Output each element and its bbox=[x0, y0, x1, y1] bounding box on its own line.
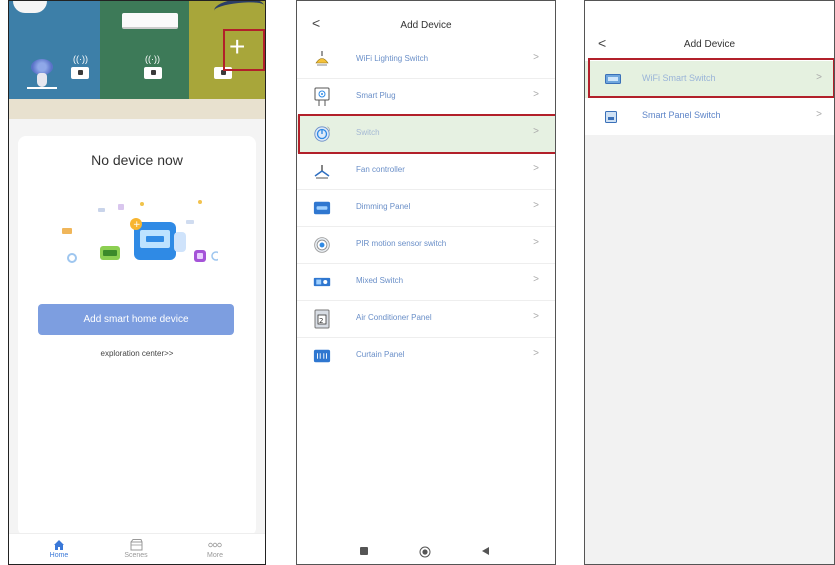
wifi-icon: ((·)) bbox=[73, 54, 88, 64]
system-nav-bar bbox=[297, 541, 555, 564]
device-type-label: Fan controller bbox=[356, 165, 405, 174]
vase-icon bbox=[37, 73, 47, 87]
banner-floor bbox=[9, 99, 265, 119]
page-title: Add Device bbox=[400, 20, 452, 31]
svg-text:+: + bbox=[133, 220, 141, 230]
mixed-switch-icon bbox=[313, 273, 331, 291]
chevron-right-icon: > bbox=[533, 274, 539, 285]
add-smart-home-device-button[interactable]: Add smart home device bbox=[38, 304, 234, 335]
device-type-item-wifi-lighting-switch[interactable]: WiFi Lighting Switch > bbox=[297, 42, 555, 79]
bottom-tab-bar: Home Scenes More bbox=[9, 533, 265, 564]
chevron-right-icon: > bbox=[816, 109, 822, 120]
add-switch-screen: < Add Device WiFi Smart Switch > Smart P… bbox=[584, 0, 835, 565]
device-type-label: PIR motion sensor switch bbox=[356, 239, 447, 248]
table-icon bbox=[27, 87, 57, 89]
home-nav-icon[interactable] bbox=[419, 546, 431, 558]
chevron-right-icon: > bbox=[533, 348, 539, 359]
smart-home-illustration-icon: + bbox=[62, 200, 218, 263]
pir-sensor-icon bbox=[313, 236, 331, 254]
tab-home[interactable]: Home bbox=[34, 538, 84, 559]
device-type-item-pir-motion-sensor-switch[interactable]: PIR motion sensor switch > bbox=[297, 227, 555, 264]
empty-state-card: No device now + Add smart home device ex… bbox=[18, 136, 256, 536]
chevron-right-icon: > bbox=[533, 237, 539, 248]
air-conditioner-icon bbox=[122, 13, 178, 29]
recent-apps-icon[interactable] bbox=[359, 546, 369, 556]
device-type-item-smart-plug[interactable]: Smart Plug > bbox=[297, 79, 555, 116]
device-type-item-dimming-panel[interactable]: Dimming Panel > bbox=[297, 190, 555, 227]
tab-scenes-label: Scenes bbox=[124, 552, 148, 559]
device-type-item-curtain-panel[interactable]: Curtain Panel > bbox=[297, 338, 555, 375]
wall-switch-icon bbox=[71, 67, 89, 79]
wall-socket-icon bbox=[144, 67, 162, 79]
chevron-right-icon: > bbox=[533, 200, 539, 211]
device-type-label: Air Conditioner Panel bbox=[356, 313, 432, 322]
tab-more-label: More bbox=[207, 552, 223, 559]
device-type-label: Curtain Panel bbox=[356, 350, 405, 359]
curtain-panel-icon bbox=[313, 347, 331, 365]
ac-panel-icon: 2 bbox=[313, 309, 331, 329]
fan-icon bbox=[313, 162, 331, 180]
svg-text:2: 2 bbox=[319, 317, 323, 325]
highlight-box-plus bbox=[223, 29, 265, 71]
device-type-label: WiFi Lighting Switch bbox=[356, 54, 429, 63]
tab-home-label: Home bbox=[49, 552, 69, 559]
device-type-label: Mixed Switch bbox=[356, 276, 404, 285]
wifi-icon: ((·)) bbox=[145, 54, 160, 64]
chevron-right-icon: > bbox=[533, 163, 539, 174]
dimming-panel-icon bbox=[313, 199, 331, 217]
empty-state-title: No device now bbox=[91, 152, 183, 168]
highlight-box-switch bbox=[298, 114, 555, 154]
switch-type-item-smart-panel-switch[interactable]: Smart Panel Switch > bbox=[585, 98, 834, 135]
highlight-box-wifi-smart-switch bbox=[588, 58, 834, 98]
header-bar bbox=[585, 1, 834, 63]
back-nav-icon[interactable] bbox=[480, 546, 490, 556]
tab-more[interactable]: More bbox=[190, 538, 240, 559]
home-icon bbox=[54, 540, 64, 550]
smart-plug-icon bbox=[313, 87, 331, 106]
switch-type-label: Smart Panel Switch bbox=[642, 110, 721, 120]
exploration-center-link[interactable]: exploration center>> bbox=[18, 349, 256, 358]
chevron-right-icon: > bbox=[533, 89, 539, 100]
tab-scenes[interactable]: Scenes bbox=[111, 538, 161, 559]
smart-panel-switch-icon bbox=[605, 111, 617, 123]
device-type-label: Dimming Panel bbox=[356, 202, 411, 211]
device-type-label: Smart Plug bbox=[356, 91, 396, 100]
scenes-icon bbox=[130, 539, 142, 551]
device-type-item-air-conditioner-panel[interactable]: 2 Air Conditioner Panel > bbox=[297, 301, 555, 338]
device-type-item-mixed-switch[interactable]: Mixed Switch > bbox=[297, 264, 555, 301]
device-type-item-fan-controller[interactable]: Fan controller > bbox=[297, 153, 555, 190]
chevron-right-icon: > bbox=[533, 52, 539, 63]
chevron-right-icon: > bbox=[533, 311, 539, 322]
lighting-switch-icon bbox=[313, 51, 331, 69]
add-device-screen: < Add Device WiFi Lighting Switch > Smar… bbox=[296, 0, 556, 565]
home-screen: ((·)) ((·)) + No device now + Add smart … bbox=[8, 0, 266, 565]
page-title: Add Device bbox=[683, 39, 736, 50]
more-icon bbox=[208, 542, 222, 548]
